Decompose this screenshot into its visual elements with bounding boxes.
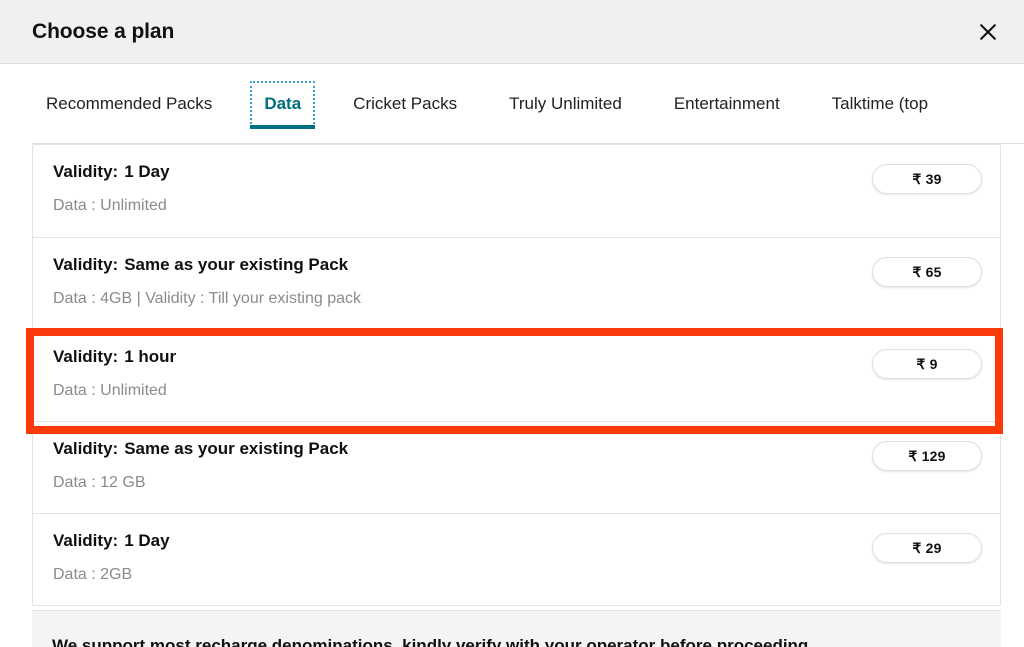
validity-value: 1 hour (124, 347, 177, 366)
plan-detail: Data : Unlimited (53, 382, 167, 399)
plan-row[interactable]: Validity: 1 Day Data : Unlimited ₹ 39 (33, 145, 1000, 237)
plan-row[interactable]: Validity: Same as your existing Pack Data… (33, 237, 1000, 329)
plan-info: Validity: 1 Day Data : 2GB (53, 532, 170, 583)
plan-price-button[interactable]: ₹ 29 (872, 533, 982, 563)
validity-value: Same as your existing Pack (124, 439, 349, 458)
validity-label: Validity: (53, 439, 119, 458)
plan-validity: Validity: Same as your existing Pack (53, 256, 361, 273)
plan-detail: Data : 4GB | Validity : Till your existi… (53, 290, 361, 307)
plan-row[interactable]: Validity: Same as your existing Pack Data… (33, 421, 1000, 513)
tab-talktime-topup[interactable]: Talktime (top (818, 81, 942, 128)
plan-price-button[interactable]: ₹ 65 (872, 257, 982, 287)
modal-header: Choose a plan (0, 0, 1024, 64)
plan-info: Validity: 1 hour Data : Unlimited (53, 348, 176, 399)
plan-detail: Data : Unlimited (53, 197, 167, 214)
tab-data[interactable]: Data (250, 80, 316, 129)
validity-label: Validity: (53, 347, 119, 366)
plan-price-button[interactable]: ₹ 129 (872, 441, 982, 471)
plan-price-button[interactable]: ₹ 9 (872, 349, 982, 379)
plan-validity: Validity: 1 Day (53, 163, 170, 180)
tab-truly-unlimited[interactable]: Truly Unlimited (495, 81, 636, 128)
plan-detail: Data : 2GB (53, 566, 133, 583)
validity-label: Validity: (53, 162, 119, 181)
plan-category-tabs: Recommended Packs Data Cricket Packs Tru… (0, 64, 1024, 144)
modal-footer: We support most recharge denominations, … (32, 610, 1001, 647)
validity-label: Validity: (53, 531, 119, 550)
footer-note: We support most recharge denominations, … (52, 636, 814, 647)
tab-recommended-packs[interactable]: Recommended Packs (32, 81, 226, 128)
plan-validity: Validity: 1 hour (53, 348, 176, 365)
tab-cricket-packs[interactable]: Cricket Packs (339, 81, 471, 128)
plan-info: Validity: 1 Day Data : Unlimited (53, 163, 170, 214)
plan-info: Validity: Same as your existing Pack Data… (53, 440, 348, 491)
plan-validity: Validity: 1 Day (53, 532, 170, 549)
validity-value: 1 Day (124, 531, 170, 550)
close-icon[interactable] (966, 10, 1010, 54)
validity-value: 1 Day (124, 162, 170, 181)
plan-price-button[interactable]: ₹ 39 (872, 164, 982, 194)
validity-value: Same as your existing Pack (124, 255, 349, 274)
validity-label: Validity: (53, 255, 119, 274)
plan-info: Validity: Same as your existing Pack Data… (53, 256, 361, 307)
plan-validity: Validity: Same as your existing Pack (53, 440, 348, 457)
plan-list-area: Validity: 1 Day Data : Unlimited ₹ 39 Val… (0, 144, 1024, 606)
plan-row[interactable]: Validity: 1 hour Data : Unlimited ₹ 9 (33, 329, 1000, 421)
plan-detail: Data : 12 GB (53, 474, 146, 491)
plan-list: Validity: 1 Day Data : Unlimited ₹ 39 Val… (32, 144, 1001, 606)
choose-plan-modal: Choose a plan Recommended Packs Data Cri… (0, 0, 1024, 647)
page-title: Choose a plan (32, 19, 175, 43)
plan-row[interactable]: Validity: 1 Day Data : 2GB ₹ 29 (33, 513, 1000, 605)
tab-entertainment[interactable]: Entertainment (660, 81, 794, 128)
